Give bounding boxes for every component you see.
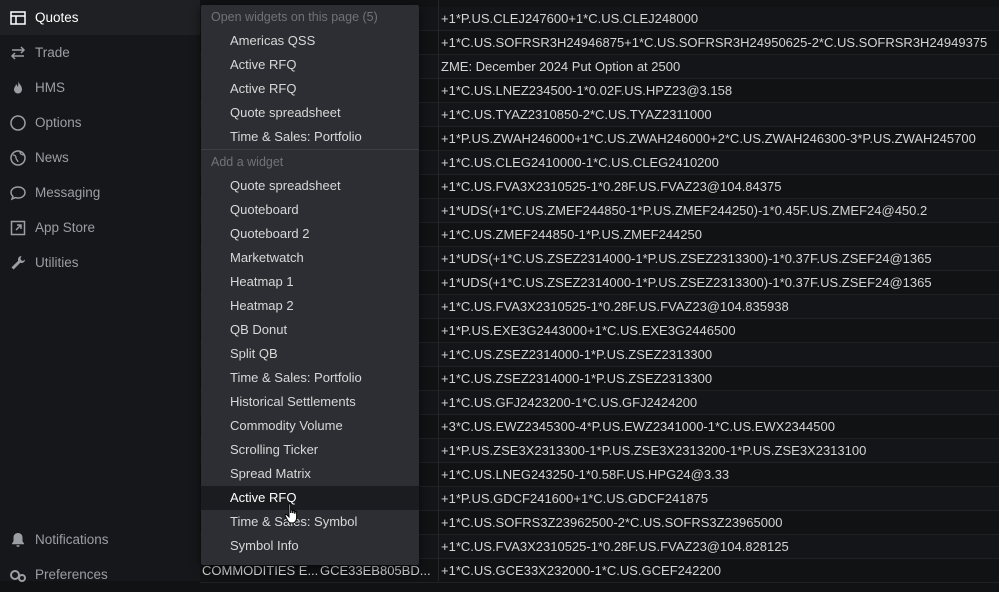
nav-list: Quotes Trade HMS Options News Messaging App St… bbox=[0, 0, 200, 280]
nav-item-notifications[interactable]: Notifications bbox=[0, 522, 209, 557]
menu-item-americas-qss[interactable]: Americas QSS bbox=[201, 29, 419, 53]
nav-label-preferences: Preferences bbox=[35, 567, 108, 582]
nav-item-utilities[interactable]: Utilities bbox=[0, 245, 200, 280]
menu-item-quote-spreadsheet[interactable]: Quote spreadsheet bbox=[201, 174, 419, 198]
table-icon bbox=[9, 9, 27, 27]
nav-item-app-store[interactable]: App Store bbox=[0, 210, 200, 245]
table-cell-c3: +1*C.US.TYAZ2310850-2*C.US.TYAZ2311000 bbox=[441, 107, 712, 122]
nav-label: Trade bbox=[35, 45, 70, 60]
table-cell-c3: +1*C.US.FVA3X2310525-1*0.28F.US.FVAZ23@1… bbox=[441, 179, 782, 194]
table-cell-c3: +1*C.US.SOFRSR3H24946875+1*C.US.SOFRSR3H… bbox=[441, 35, 988, 50]
table-cell-c3: +1*C.US.GFJ2423200-1*C.US.GFJ2424200 bbox=[441, 395, 698, 410]
table-cell-c3: +1*C.US.ZSEZ2314000-1*P.US.ZSEZ2313300 bbox=[441, 371, 713, 386]
nav-item-news[interactable]: News bbox=[0, 140, 200, 175]
nav-item-preferences[interactable]: Preferences bbox=[0, 557, 209, 592]
add-widget-list: Quote spreadsheet Quoteboard Quoteboard 2M… bbox=[201, 174, 419, 558]
menu-item-quote-spreadsheet[interactable]: Quote spreadsheet bbox=[201, 101, 419, 125]
nav-label: App Store bbox=[35, 220, 96, 235]
table-cell-c3: +1*C.US.LNEG243250-1*0.58F.US.HPG24@3.33 bbox=[441, 467, 730, 482]
menu-item-active-rfq[interactable]: Active RFQ bbox=[201, 53, 419, 77]
nav-label-notifications: Notifications bbox=[35, 532, 109, 547]
table-cell-c3: ZME: December 2024 Put Option at 2500 bbox=[441, 59, 681, 74]
nav-item-trade[interactable]: Trade bbox=[0, 35, 200, 70]
table-cell-c3: +1*C.US.FVA3X2310525-1*0.28F.US.FVAZ23@1… bbox=[441, 299, 789, 314]
nav-label: Messaging bbox=[35, 185, 101, 200]
table-cell-c3: +1*C.US.SOFRS3Z23962500-2*C.US.SOFRS3Z23… bbox=[441, 515, 783, 530]
menu-item-qb-donut[interactable]: QB Donut bbox=[201, 318, 419, 342]
menu-item-quoteboard-2[interactable]: Quoteboard 2 bbox=[201, 222, 419, 246]
menu-item-split-qb[interactable]: Split QB bbox=[201, 342, 419, 366]
arrows-icon bbox=[9, 44, 27, 62]
menu-item-historical-settlements[interactable]: Historical Settlements bbox=[201, 390, 419, 414]
menu-item-scrolling-ticker[interactable]: Scrolling Ticker bbox=[201, 438, 419, 462]
nav-item-quotes[interactable]: Quotes bbox=[0, 0, 200, 35]
menu-item-quoteboard[interactable]: Quoteboard bbox=[201, 198, 419, 222]
table-cell-c3: +1*UDS(+1*C.US.ZMEF244850-1*P.US.ZMEF244… bbox=[441, 203, 928, 218]
open-widgets-list: Americas QSS Active RFQ Active RFQ Quote sp… bbox=[201, 29, 419, 149]
nav-label: News bbox=[35, 150, 69, 165]
flame-icon bbox=[9, 79, 27, 97]
nav-label: Quotes bbox=[35, 10, 79, 25]
hand-cursor-icon bbox=[284, 503, 298, 524]
table-cell-c3: +1*P.US.ZSE3X2313300-1*P.US.ZSE3X2313200… bbox=[441, 443, 867, 458]
nav-label: Options bbox=[35, 115, 82, 130]
bell-icon bbox=[9, 531, 27, 549]
menu-item-time-sales-portfolio[interactable]: Time & Sales: Portfolio bbox=[201, 125, 419, 149]
sidebar: Quotes Trade HMS Options News Messaging App St… bbox=[0, 0, 200, 582]
circle-icon bbox=[9, 114, 27, 132]
table-cell-c3: +1*C.US.CLEG2410000-1*C.US.CLEG2410200 bbox=[441, 155, 719, 170]
table-cell-c3: +1*C.US.ZSEZ2314000-1*P.US.ZSEZ2313300 bbox=[441, 347, 713, 362]
table-cell-c3: +1*P.US.EXE3G2443000+1*C.US.EXE3G2446500 bbox=[441, 323, 736, 338]
menu-item-marketwatch[interactable]: Marketwatch bbox=[201, 246, 419, 270]
table-cell-c3: +1*C.US.FVA3X2310525-1*0.28F.US.FVAZ23@1… bbox=[441, 539, 789, 554]
table-cell-c3: +1*UDS(+1*C.US.ZSEZ2314000-1*P.US.ZSEZ23… bbox=[441, 251, 932, 266]
nav-label: HMS bbox=[35, 80, 65, 95]
open-widgets-header: Open widgets on this page (5) bbox=[211, 10, 378, 24]
nav-item-messaging[interactable]: Messaging bbox=[0, 175, 200, 210]
nav-item-hms[interactable]: HMS bbox=[0, 70, 200, 105]
table-cell-c3: +1*C.US.ZMEF244850-1*P.US.ZMEF244250 bbox=[441, 227, 702, 242]
menu-item-heatmap-2[interactable]: Heatmap 2 bbox=[201, 294, 419, 318]
wrench-icon bbox=[9, 254, 27, 272]
chat-icon bbox=[9, 184, 27, 202]
menu-item-symbol-info[interactable]: Symbol Info bbox=[201, 534, 419, 558]
table-cell-c3: +1*C.US.GCE33X232000-1*C.US.GCEF242200 bbox=[441, 563, 722, 578]
menu-item-heatmap-1[interactable]: Heatmap 1 bbox=[201, 270, 419, 294]
nav-item-options[interactable]: Options bbox=[0, 105, 200, 140]
column-divider[interactable] bbox=[438, 0, 439, 581]
external-icon bbox=[9, 219, 27, 237]
table-cell-c3: +1*UDS(+1*C.US.ZSEZ2314000-1*P.US.ZSEZ23… bbox=[441, 275, 932, 290]
add-widget-header: Add a widget bbox=[211, 155, 284, 169]
menu-item-active-rfq[interactable]: Active RFQ bbox=[201, 77, 419, 101]
globe-icon bbox=[9, 149, 27, 167]
table-cell-c3: +1*P.US.ZWAH246000+1*C.US.ZWAH246000+2*C… bbox=[441, 131, 976, 146]
table-cell-c3: +1*P.US.GDCF241600+1*C.US.GDCF241875 bbox=[441, 491, 709, 506]
table-cell-c3: +1*P.US.CLEJ247600+1*C.US.CLEJ248000 bbox=[441, 11, 699, 26]
menu-item-spread-matrix[interactable]: Spread Matrix bbox=[201, 462, 419, 486]
nav-label: Utilities bbox=[35, 255, 79, 270]
menu-item-time-sales-portfolio[interactable]: Time & Sales: Portfolio bbox=[201, 366, 419, 390]
menu-item-commodity-volume[interactable]: Commodity Volume bbox=[201, 414, 419, 438]
menu-item-active-rfq[interactable]: Active RFQ bbox=[201, 486, 419, 510]
table-cell-c3: +3*C.US.EWZ2345300-4*P.US.EWZ2341000-1*C… bbox=[441, 419, 835, 434]
table-cell-c3: +1*C.US.LNEZ234500-1*0.02F.US.HPZ23@3.15… bbox=[441, 83, 733, 98]
widget-dropdown-menu: Open widgets on this page (5) Americas Q… bbox=[201, 5, 419, 565]
menu-item-time-sales-symbol[interactable]: Time & Sales: Symbol bbox=[201, 510, 419, 534]
